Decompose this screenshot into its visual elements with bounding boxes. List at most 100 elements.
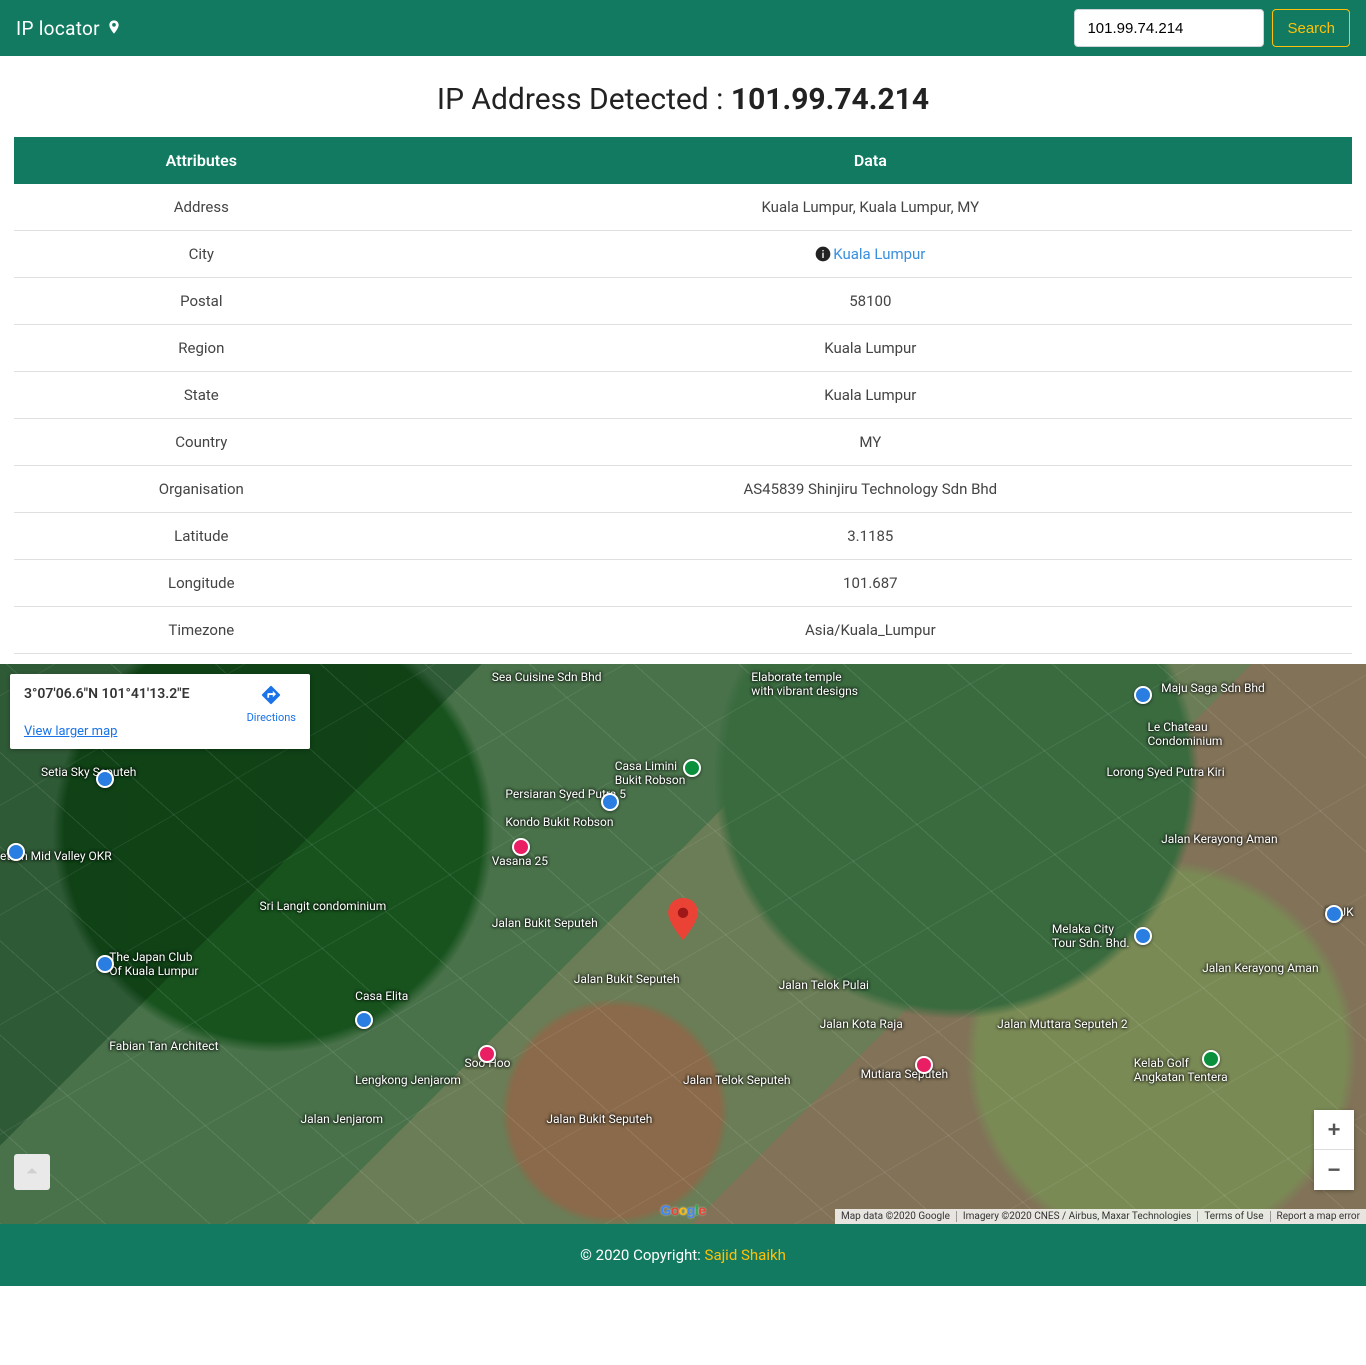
- map-label: The Japan ClubOf Kuala Lumpur: [109, 950, 198, 978]
- details-table: Attributes Data AddressKuala Lumpur, Kua…: [14, 137, 1352, 654]
- search-form: Search: [1074, 9, 1350, 47]
- map-label: Sri Langit condominium: [260, 899, 387, 913]
- map-poi-icon[interactable]: [601, 793, 619, 811]
- footer: © 2020 Copyright: Sajid Shaikh: [0, 1224, 1366, 1286]
- map-label: Jalan Muttara Seputeh 2: [997, 1017, 1127, 1031]
- table-row: RegionKuala Lumpur: [14, 325, 1352, 372]
- map-label: Setia Sky Seputeh: [41, 765, 136, 779]
- title-prefix: IP Address Detected :: [437, 82, 731, 117]
- attr-cell: City: [14, 231, 389, 278]
- map-label: Lengkong Jenjarom: [355, 1073, 461, 1087]
- map-poi-icon[interactable]: [7, 843, 25, 861]
- footer-copyright: © 2020 Copyright:: [580, 1246, 704, 1264]
- table-row: Postal58100: [14, 278, 1352, 325]
- zoom-out-button[interactable]: −: [1314, 1150, 1354, 1190]
- table-row: Longitude101.687: [14, 560, 1352, 607]
- directions-button[interactable]: Directions: [247, 684, 296, 724]
- data-cell: MY: [389, 419, 1352, 466]
- map-label: Jalan Telok Pulai: [779, 978, 869, 992]
- location-pin-icon: [106, 17, 122, 40]
- map-label: Jalan Bukit Seputeh: [574, 972, 680, 986]
- brand-text: IP locator: [16, 17, 100, 40]
- scroll-top-button[interactable]: [14, 1154, 50, 1190]
- data-cell: Kuala Lumpur: [389, 372, 1352, 419]
- data-cell: 101.687: [389, 560, 1352, 607]
- map-label: Fabian Tan Architect: [109, 1039, 218, 1053]
- header-attributes: Attributes: [14, 137, 389, 184]
- map-label: Melaka CityTour Sdn. Bhd.: [1052, 922, 1130, 950]
- map-label: Sea Cuisine Sdn Bhd: [492, 670, 602, 684]
- details-table-wrap: Attributes Data AddressKuala Lumpur, Kua…: [0, 137, 1366, 654]
- map-poi-icon[interactable]: [478, 1045, 496, 1063]
- attr-cell: Postal: [14, 278, 389, 325]
- map-label: Casa LiminiBukit Robson: [615, 759, 686, 787]
- attrib-mapdata: Map data ©2020 Google: [835, 1211, 956, 1222]
- map-label: Vasana 25: [492, 854, 548, 868]
- map-poi-icon[interactable]: [355, 1011, 373, 1029]
- attr-cell: State: [14, 372, 389, 419]
- attr-cell: Region: [14, 325, 389, 372]
- table-row: AddressKuala Lumpur, Kuala Lumpur, MY: [14, 184, 1352, 231]
- map-label: Kondo Bukit Robson: [505, 815, 613, 829]
- title-ip: 101.99.74.214: [731, 82, 929, 117]
- map-label: Le ChateauCondominium: [1147, 720, 1222, 748]
- attr-cell: Address: [14, 184, 389, 231]
- city-link[interactable]: Kuala Lumpur: [833, 245, 925, 263]
- map-poi-icon[interactable]: [512, 838, 530, 856]
- navbar: IP locator Search: [0, 0, 1366, 56]
- map-poi-icon[interactable]: [1325, 905, 1343, 923]
- header-data: Data: [389, 137, 1352, 184]
- data-cell: Asia/Kuala_Lumpur: [389, 607, 1352, 654]
- attrib-imagery: Imagery ©2020 CNES / Airbus, Maxar Techn…: [956, 1211, 1197, 1222]
- data-cell: Kuala Lumpur, Kuala Lumpur, MY: [389, 184, 1352, 231]
- search-input[interactable]: [1074, 9, 1264, 47]
- data-cell: AS45839 Shinjiru Technology Sdn Bhd: [389, 466, 1352, 513]
- data-cell: 58100: [389, 278, 1352, 325]
- map-attribution: Map data ©2020 Google Imagery ©2020 CNES…: [835, 1209, 1366, 1224]
- google-logo: Google: [660, 1202, 705, 1218]
- search-button[interactable]: Search: [1272, 9, 1350, 47]
- attrib-terms-link[interactable]: Terms of Use: [1204, 1211, 1263, 1222]
- map-label: Lorong Syed Putra Kiri: [1106, 765, 1224, 779]
- attr-cell: Country: [14, 419, 389, 466]
- data-cell: 3.1185: [389, 513, 1352, 560]
- map-label: Jalan Telok Seputeh: [683, 1073, 790, 1087]
- map-poi-icon[interactable]: [683, 759, 701, 777]
- table-row: CountryMY: [14, 419, 1352, 466]
- map-poi-icon[interactable]: [1134, 686, 1152, 704]
- attr-cell: Organisation: [14, 466, 389, 513]
- view-larger-map-link[interactable]: View larger map: [24, 724, 117, 739]
- map-label: Jalan Kerayong Aman: [1161, 832, 1278, 846]
- table-row: StateKuala Lumpur: [14, 372, 1352, 419]
- table-header-row: Attributes Data: [14, 137, 1352, 184]
- table-row: TimezoneAsia/Kuala_Lumpur: [14, 607, 1352, 654]
- map-label: Elaborate templewith vibrant designs: [751, 670, 858, 698]
- map-poi-icon[interactable]: [1134, 927, 1152, 945]
- directions-label: Directions: [247, 711, 296, 724]
- map-label: Jalan Jenjarom: [301, 1112, 384, 1126]
- table-row: City Kuala Lumpur: [14, 231, 1352, 278]
- data-cell: Kuala Lumpur: [389, 231, 1352, 278]
- map-label: Jalan Bukit Seputeh: [492, 916, 598, 930]
- brand[interactable]: IP locator: [16, 17, 122, 40]
- map-poi-icon[interactable]: [96, 770, 114, 788]
- map[interactable]: 3°07'06.6"N 101°41'13.2"E Directions Vie…: [0, 664, 1366, 1224]
- map-label: Maju Saga Sdn Bhd: [1161, 681, 1265, 695]
- zoom-in-button[interactable]: +: [1314, 1110, 1354, 1150]
- table-row: Latitude3.1185: [14, 513, 1352, 560]
- info-icon: [815, 246, 831, 262]
- map-info-card: 3°07'06.6"N 101°41'13.2"E Directions Vie…: [10, 674, 310, 749]
- page-title: IP Address Detected : 101.99.74.214: [0, 56, 1366, 137]
- footer-author-link[interactable]: Sajid Shaikh: [705, 1246, 786, 1264]
- map-label: Jalan Kota Raja: [820, 1017, 903, 1031]
- map-poi-icon[interactable]: [96, 955, 114, 973]
- map-label: Casa Elita: [355, 989, 408, 1003]
- attr-cell: Longitude: [14, 560, 389, 607]
- data-cell: Kuala Lumpur: [389, 325, 1352, 372]
- map-label: Mutiara Seputeh: [861, 1067, 949, 1081]
- map-center-pin-icon: [668, 898, 698, 944]
- map-label: Jalan Kerayong Aman: [1202, 961, 1319, 975]
- attr-cell: Timezone: [14, 607, 389, 654]
- attrib-report-link[interactable]: Report a map error: [1277, 1211, 1360, 1222]
- map-label: Jalan Bukit Seputeh: [546, 1112, 652, 1126]
